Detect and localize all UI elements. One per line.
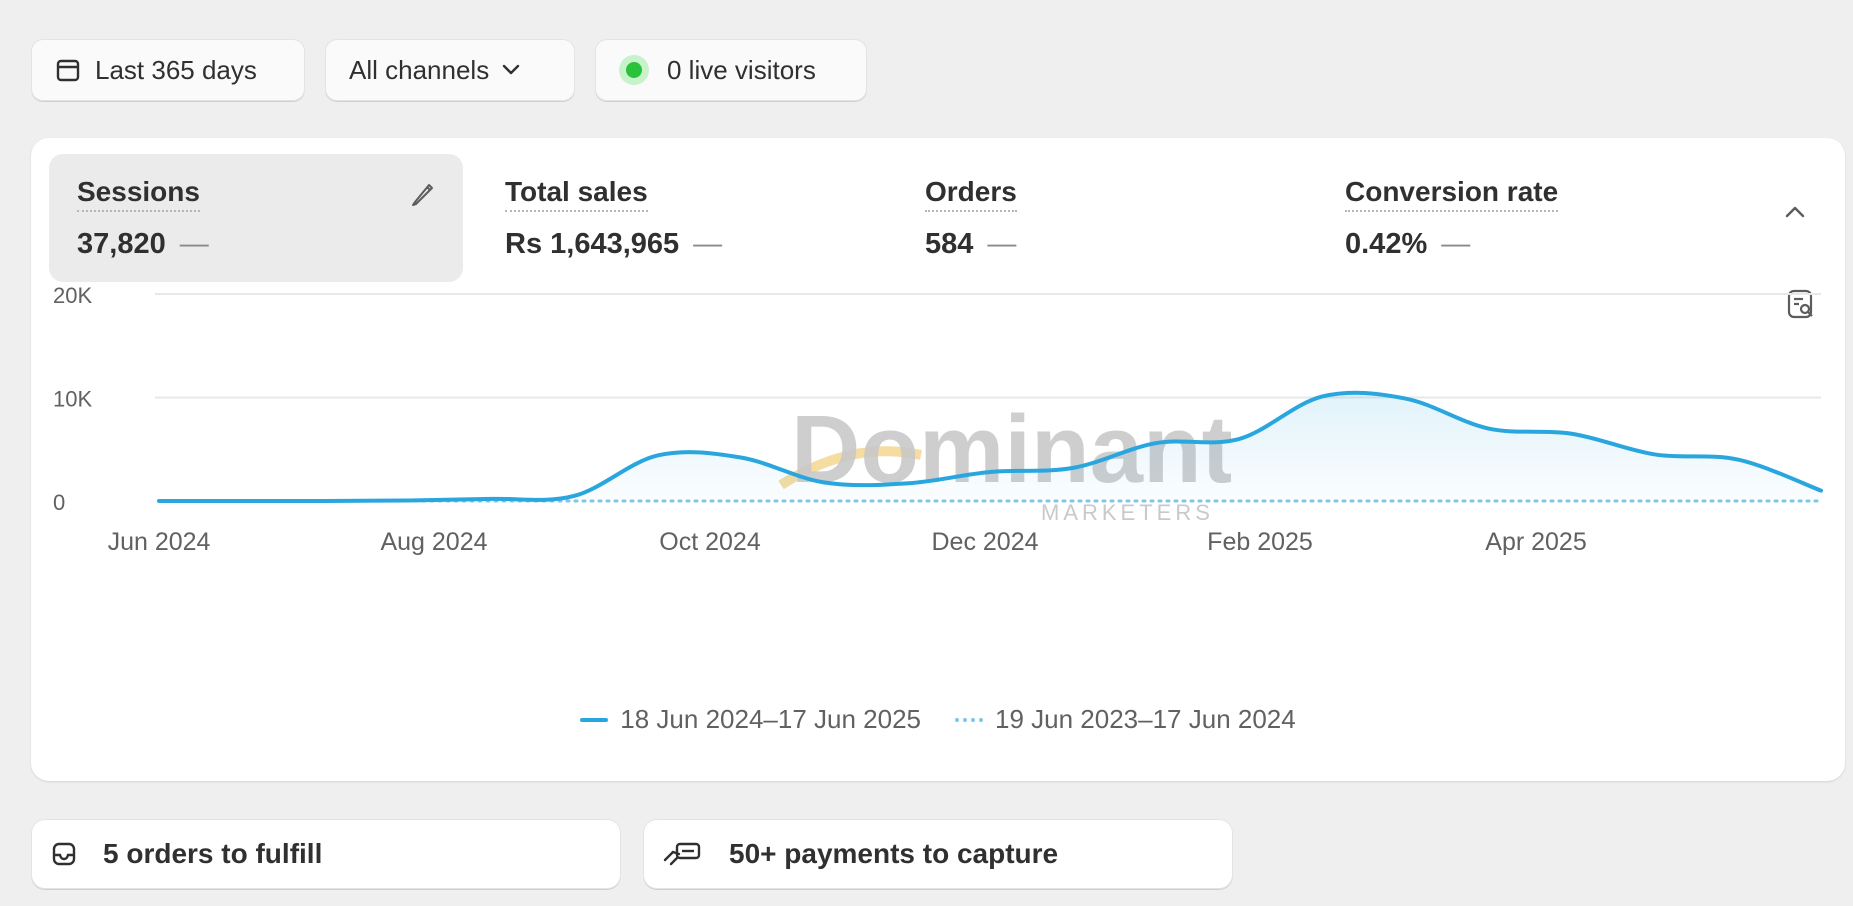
- chart-legend: 18 Jun 2024–17 Jun 2025 19 Jun 2023–17 J…: [31, 704, 1845, 735]
- y-tick-label: 10K: [53, 387, 92, 412]
- chevron-down-icon: [501, 63, 521, 77]
- legend-line-dotted: [955, 717, 983, 722]
- filter-bar: Last 365 days All channels 0 live visito…: [31, 39, 867, 101]
- legend-item-previous[interactable]: 19 Jun 2023–17 Jun 2024: [955, 704, 1296, 735]
- tasks-bar: 5 orders to fulfill 50+ payments to capt…: [31, 819, 1233, 889]
- x-tick-label: Feb 2025: [1207, 528, 1313, 556]
- live-visitors-button[interactable]: 0 live visitors: [595, 39, 867, 101]
- channels-label: All channels: [349, 54, 490, 85]
- cash-hand-icon: [663, 840, 703, 868]
- task-label: 50+ payments to capture: [729, 838, 1059, 869]
- legend-label: 19 Jun 2023–17 Jun 2024: [995, 704, 1296, 734]
- x-tick-label: Jun 2024: [108, 528, 211, 556]
- y-tick-label: 20K: [53, 283, 92, 308]
- series-area-current: [159, 392, 1821, 502]
- x-tick-label: Dec 2024: [931, 528, 1038, 556]
- sessions-chart: 20K 10K 0 Jun 2024 Aug 2024 Oct 2024 Dec 2024 F…: [53, 283, 1823, 556]
- payments-to-capture-button[interactable]: 50+ payments to capture: [643, 819, 1233, 889]
- date-range-button[interactable]: Last 365 days: [31, 39, 305, 101]
- x-tick-label: Oct 2024: [659, 528, 761, 556]
- x-tick-label: Apr 2025: [1485, 528, 1586, 556]
- y-tick-label: 0: [53, 490, 65, 515]
- orders-to-fulfill-button[interactable]: 5 orders to fulfill: [31, 819, 621, 889]
- calendar-icon: [55, 57, 81, 83]
- analytics-card: Sessions 37,820— Total sales Rs 1,643,96…: [31, 138, 1845, 781]
- live-status-icon: [619, 55, 649, 85]
- task-label: 5 orders to fulfill: [103, 838, 323, 869]
- channels-dropdown[interactable]: All channels: [325, 39, 575, 101]
- inbox-icon: [51, 841, 77, 867]
- live-visitors-label: 0 live visitors: [667, 54, 816, 85]
- legend-label: 18 Jun 2024–17 Jun 2025: [620, 704, 921, 734]
- legend-item-current[interactable]: 18 Jun 2024–17 Jun 2025: [580, 704, 921, 735]
- x-tick-label: Aug 2024: [380, 528, 487, 556]
- legend-line-solid: [580, 717, 609, 722]
- date-range-label: Last 365 days: [95, 54, 257, 85]
